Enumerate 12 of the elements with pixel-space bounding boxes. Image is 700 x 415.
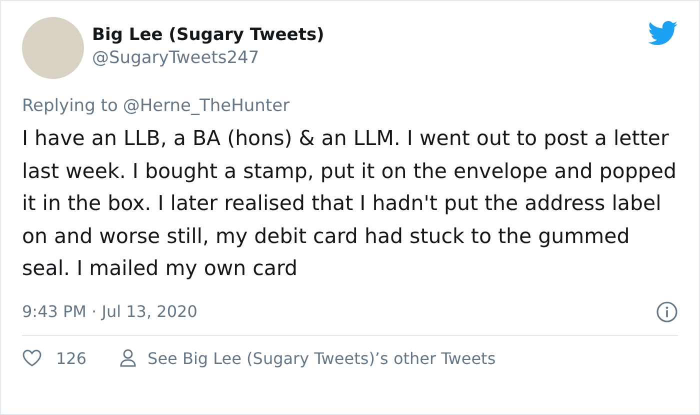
timestamp: 9:43 PM · Jul 13, 2020 [22, 302, 198, 321]
author-handle: @SugaryTweets247 [92, 47, 260, 70]
other-tweets-link[interactable]: See Big Lee (Sugary Tweets)’s other Tweets [148, 348, 496, 368]
heart-icon[interactable] [22, 349, 42, 367]
author-name: Big Lee (Sugary Tweets) [92, 24, 326, 46]
info-icon[interactable] [656, 300, 678, 322]
mention-link[interactable]: @Herne_TheHunter [122, 96, 290, 116]
bird-icon [648, 21, 678, 46]
person-icon [120, 349, 136, 367]
like-count: 126 [56, 348, 87, 368]
replying-label: Replying to [22, 96, 118, 116]
tweet-text: I have an LLB, a BA (hons) & an LLM. I went out to post a letter last week. I bought a stamp, put it on the envelope and popped it in the box. I later realised that I hadn't put the address label on and worse still, my debit card had stuck to the gummed seal. I mailed my own card [22, 125, 677, 282]
